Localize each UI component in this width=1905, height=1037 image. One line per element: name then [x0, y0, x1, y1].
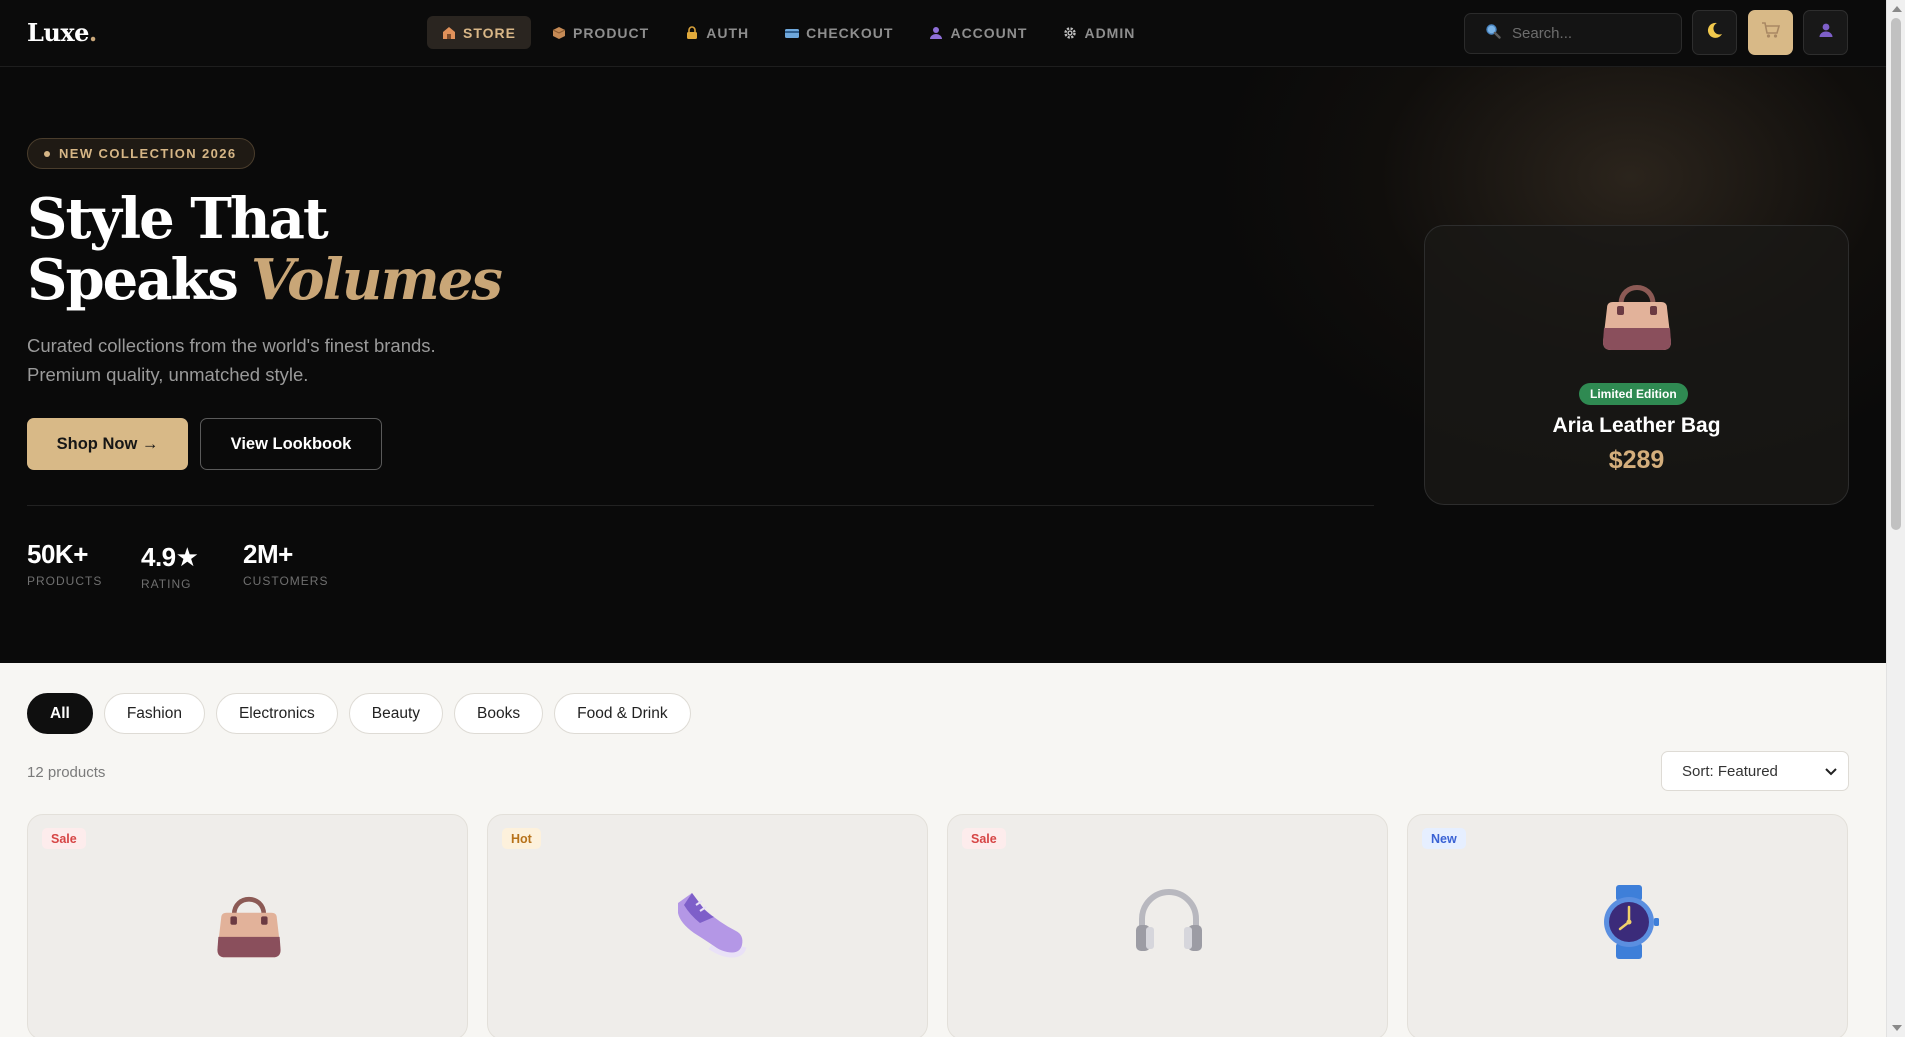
nav-item-product[interactable]: PRODUCT: [537, 16, 664, 49]
featured-product-card[interactable]: Limited Edition Aria Leather Bag $289: [1424, 225, 1849, 505]
page-scrollbar[interactable]: [1886, 0, 1905, 1037]
sneaker-icon: [670, 883, 748, 961]
watch-icon: [1590, 883, 1668, 961]
user-icon: [1818, 22, 1834, 43]
hot-badge: Hot: [502, 828, 541, 849]
cart-icon: [1761, 21, 1781, 44]
catalog-section: All Fashion Electronics Beauty Books Foo…: [0, 663, 1886, 1037]
filter-chip-beauty[interactable]: Beauty: [348, 693, 444, 734]
stat-customers: 2M+ CUSTOMERS: [243, 539, 329, 588]
product-grid: Sale Hot Sale New: [27, 814, 1848, 1037]
bullet-dot: [44, 150, 50, 157]
search-icon: [1485, 23, 1501, 44]
headphones-icon: [1130, 883, 1208, 961]
chevron-down-icon: [1825, 763, 1837, 780]
hero-subtitle: Curated collections from the world's fin…: [27, 335, 436, 385]
product-card[interactable]: Sale: [27, 814, 468, 1037]
view-lookbook-button[interactable]: View Lookbook: [200, 418, 382, 470]
scroll-down-icon[interactable]: [1892, 1025, 1902, 1031]
nav-item-admin[interactable]: ADMIN: [1048, 16, 1150, 49]
user-icon: [929, 26, 943, 40]
search-input[interactable]: [1512, 25, 1662, 42]
filter-chip-books[interactable]: Books: [454, 693, 544, 734]
cart-button[interactable]: [1748, 10, 1793, 55]
filter-chip-all[interactable]: All: [27, 693, 93, 734]
filter-chip-fashion[interactable]: Fashion: [103, 693, 205, 734]
nav-item-checkout[interactable]: CHECKOUT: [770, 16, 908, 49]
sale-badge: Sale: [962, 828, 1006, 849]
sale-badge: Sale: [42, 828, 86, 849]
limited-edition-badge: Limited Edition: [1579, 383, 1688, 405]
collection-badge: NEW COLLECTION 2026: [27, 138, 255, 169]
category-filters: All Fashion Electronics Beauty Books Foo…: [27, 693, 691, 734]
hero-divider: [27, 505, 1374, 506]
brand-logo[interactable]: Luxe.: [27, 18, 97, 47]
top-navbar: Luxe. STORE PRODUCT AUTH CHECKOUT ACCOUN…: [0, 0, 1886, 67]
nav-item-account[interactable]: ACCOUNT: [914, 16, 1042, 49]
handbag-icon: [210, 883, 288, 961]
credit-card-icon: [785, 26, 800, 40]
product-card[interactable]: Sale: [947, 814, 1388, 1037]
product-card[interactable]: New: [1407, 814, 1848, 1037]
gear-icon: [1063, 26, 1077, 40]
box-icon: [552, 26, 566, 40]
store-icon: [442, 26, 456, 40]
nav-item-store[interactable]: STORE: [427, 16, 531, 49]
hero-section: NEW COLLECTION 2026 Style That Speaks Vol…: [0, 67, 1886, 663]
stat-products: 50K+ PRODUCTS: [27, 539, 103, 588]
featured-product-price: $289: [1608, 446, 1665, 474]
hero-title-accent: Volumes: [250, 247, 503, 313]
new-badge: New: [1422, 828, 1466, 849]
product-count: 12 products: [27, 764, 106, 781]
product-card[interactable]: Hot: [487, 814, 928, 1037]
stat-rating: 4.9★ RATING: [141, 542, 199, 591]
filter-chip-food-drink[interactable]: Food & Drink: [554, 693, 691, 734]
user-menu-button[interactable]: [1803, 10, 1848, 55]
scroll-thumb[interactable]: [1891, 18, 1901, 530]
moon-icon: [1706, 21, 1724, 44]
nav-item-auth[interactable]: AUTH: [670, 16, 764, 49]
lock-icon: [685, 25, 699, 40]
hero-title: Style That Speaks Volumes: [27, 186, 503, 313]
shop-now-button[interactable]: Shop Now →: [27, 418, 188, 470]
handbag-icon: [1595, 270, 1679, 354]
theme-toggle-button[interactable]: [1692, 10, 1737, 55]
main-nav: STORE PRODUCT AUTH CHECKOUT ACCOUNT ADMI…: [427, 16, 1150, 49]
search-bar[interactable]: [1464, 13, 1682, 54]
featured-product-name: Aria Leather Bag: [1552, 414, 1721, 437]
scroll-up-icon[interactable]: [1892, 6, 1902, 12]
sort-select[interactable]: Sort: Featured: [1661, 751, 1849, 791]
filter-chip-electronics[interactable]: Electronics: [215, 693, 338, 734]
